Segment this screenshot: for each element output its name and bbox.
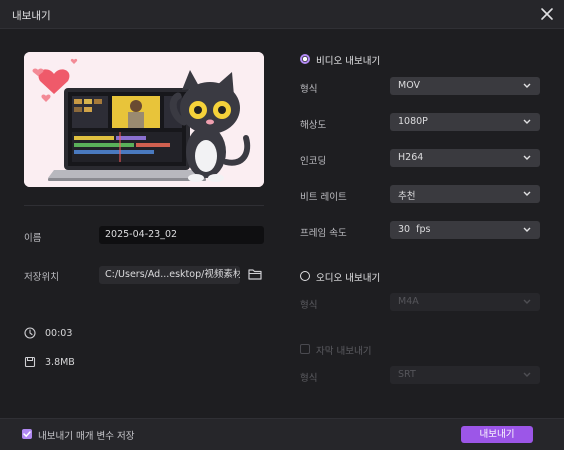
framerate-select[interactable]: 30 fps [390, 221, 540, 239]
title-bar: 내보내기 [0, 0, 564, 29]
preview-thumbnail [24, 52, 264, 187]
subtitle-export-label: 자막 내보내기 [316, 346, 372, 357]
format-select[interactable]: MOV [390, 77, 540, 95]
remember-settings-label: 내보내기 매개 변수 저장 [38, 431, 135, 442]
chevron-down-icon [523, 83, 531, 88]
file-size-value: 3.8MB [45, 357, 75, 368]
filename-input[interactable]: 2025-04-23_02 [99, 226, 264, 244]
encoding-label: 인코딩 [300, 156, 327, 167]
chevron-down-icon [523, 299, 531, 304]
chevron-down-icon [523, 119, 531, 124]
clock-icon [24, 327, 36, 339]
dialog-title: 내보내기 [12, 10, 51, 22]
resolution-select[interactable]: 1080P [390, 113, 540, 131]
framerate-label: 프레임 속도 [300, 228, 347, 239]
video-export-label: 비디오 내보내기 [316, 56, 381, 67]
chevron-down-icon [523, 227, 531, 232]
resolution-label: 해상도 [300, 120, 327, 131]
chevron-down-icon [523, 191, 531, 196]
encoding-select[interactable]: H264 [390, 149, 540, 167]
subtitle-export-checkbox[interactable] [300, 344, 310, 354]
bitrate-label: 비트 레이트 [300, 192, 347, 203]
checkmark-icon [23, 431, 31, 438]
close-icon[interactable] [538, 5, 556, 23]
bitrate-select[interactable]: 추천 [390, 185, 540, 203]
bitrate-value: 추천 [398, 191, 416, 202]
subtitle-format-value: SRT [398, 369, 416, 380]
export-button[interactable]: 내보내기 [461, 426, 533, 443]
duration-value: 00:03 [45, 328, 73, 339]
audio-export-label: 오디오 내보내기 [316, 273, 381, 284]
remember-settings-checkbox[interactable] [22, 429, 32, 439]
audio-format-select: M4A [390, 293, 540, 311]
location-label: 저장위치 [24, 272, 59, 283]
framerate-value: 30 fps [398, 224, 431, 235]
subtitle-format-select: SRT [390, 366, 540, 384]
format-value: MOV [398, 80, 421, 91]
video-export-radio[interactable] [300, 54, 310, 64]
audio-export-radio[interactable] [300, 271, 310, 281]
subtitle-format-label: 형식 [300, 373, 318, 384]
resolution-value: 1080P [398, 116, 428, 127]
audio-format-value: M4A [398, 296, 419, 307]
divider [24, 205, 264, 206]
folder-icon[interactable] [248, 268, 262, 280]
name-label: 이름 [24, 233, 42, 244]
format-label: 형식 [300, 84, 318, 95]
encoding-value: H264 [398, 152, 424, 163]
save-path-field[interactable]: C:/Users/Ad...esktop/视频素材 [99, 266, 240, 284]
audio-format-label: 형식 [300, 300, 318, 311]
chevron-down-icon [523, 155, 531, 160]
chevron-down-icon [523, 372, 531, 377]
file-size-icon [24, 356, 36, 368]
